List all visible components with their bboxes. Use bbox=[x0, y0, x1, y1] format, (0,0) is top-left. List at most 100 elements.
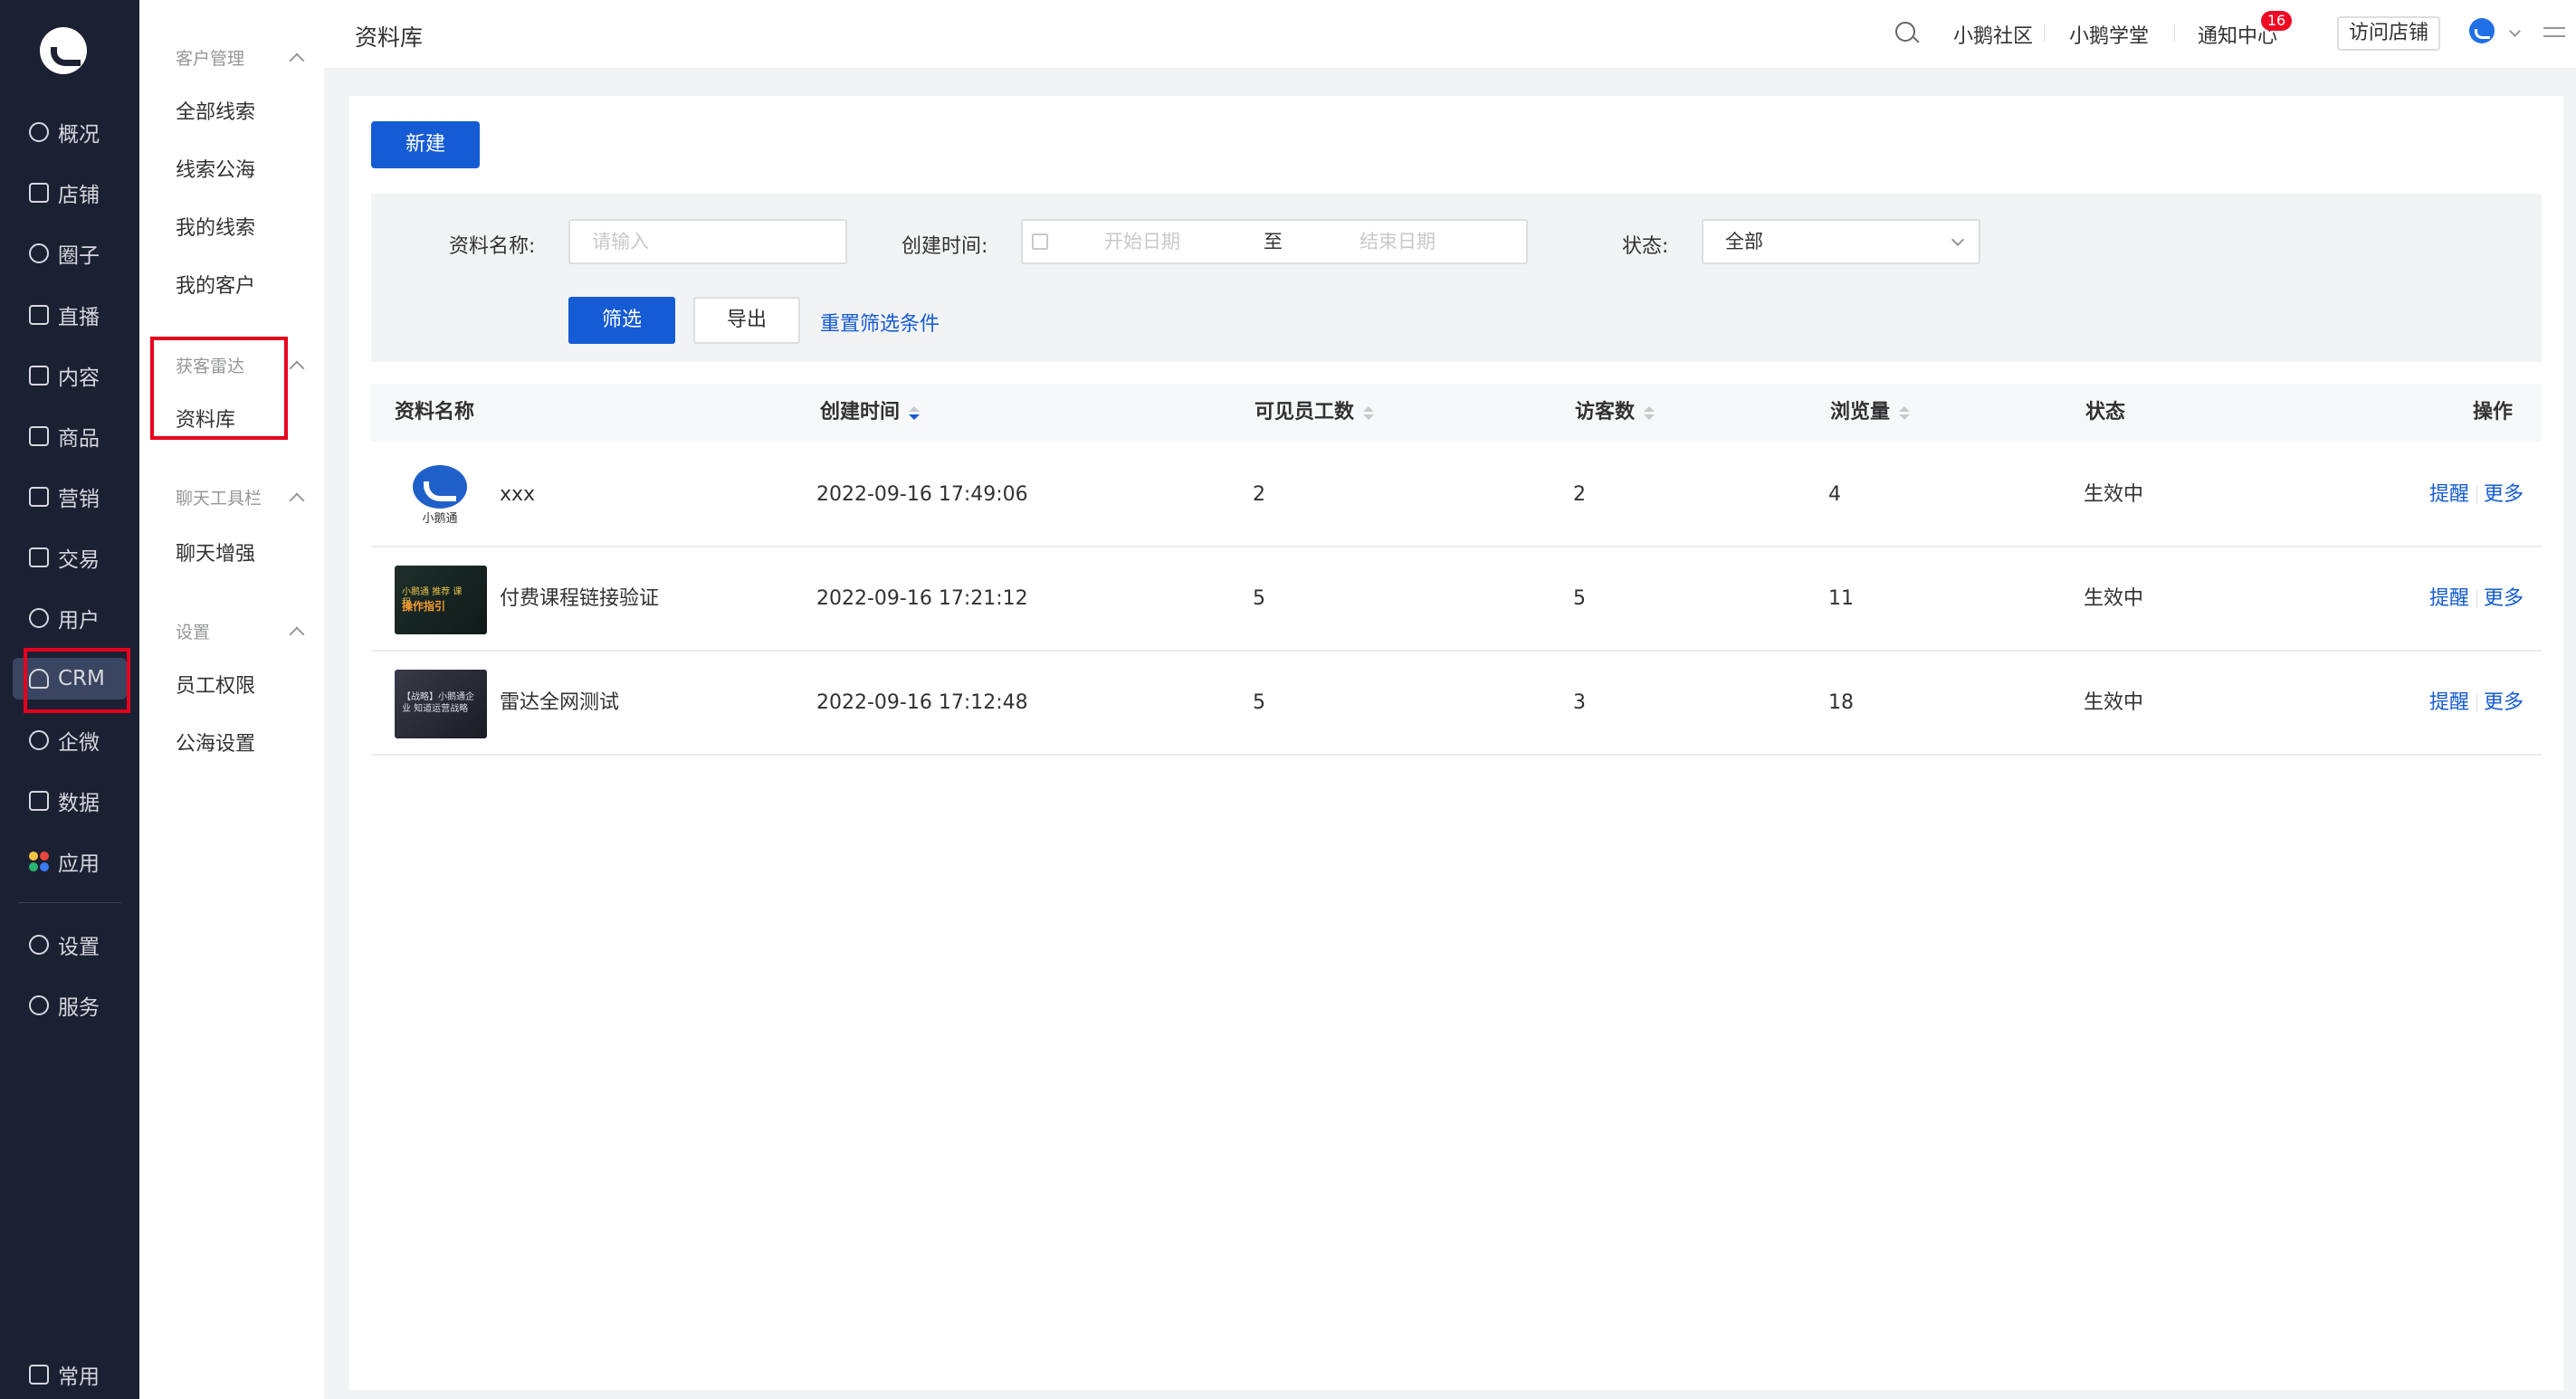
nav-item-service[interactable]: 服务 bbox=[0, 985, 139, 1026]
submenu-group-settings[interactable]: 设置 bbox=[176, 619, 305, 643]
link-academy[interactable]: 小鹅学堂 bbox=[2069, 20, 2149, 49]
submenu-item-lead-pool[interactable]: 线索公海 bbox=[176, 154, 255, 183]
sort-icon[interactable] bbox=[1899, 405, 1911, 420]
filter-time-label: 创建时间: bbox=[902, 235, 988, 258]
submenu-group-chat-toolbar[interactable]: 聊天工具栏 bbox=[176, 485, 305, 509]
col-created[interactable]: 创建时间 bbox=[820, 384, 921, 442]
start-date-input[interactable]: 开始日期 bbox=[1104, 221, 1180, 262]
filter-name-label: 资料名称: bbox=[449, 235, 536, 258]
trade-icon bbox=[29, 547, 49, 567]
remind-link[interactable]: 提醒 bbox=[2429, 547, 2469, 650]
nav-item-marketing[interactable]: 营销 bbox=[0, 476, 139, 518]
name-input[interactable]: 请输入 bbox=[568, 219, 847, 264]
nav-item-frequent[interactable]: 常用 bbox=[0, 1354, 139, 1395]
sort-icon[interactable] bbox=[1363, 405, 1375, 420]
data-icon bbox=[29, 791, 49, 811]
nav-item-user[interactable]: 用户 bbox=[0, 597, 139, 639]
submenu-item-all-leads[interactable]: 全部线索 bbox=[176, 96, 255, 125]
visit-store-button[interactable]: 访问店铺 bbox=[2337, 16, 2440, 51]
material-name: 付费课程链接验证 bbox=[500, 587, 660, 610]
remind-link[interactable]: 提醒 bbox=[2429, 443, 2469, 546]
chevron-down-icon bbox=[1951, 233, 1965, 247]
table-row: 小鹅通 xxx 2022-09-16 17:49:06 2 2 4 生效中 提醒… bbox=[371, 443, 2542, 547]
material-thumbnail: 小鹅通 bbox=[395, 462, 487, 530]
submenu-item-my-customers[interactable]: 我的客户 bbox=[176, 270, 255, 299]
goods-icon bbox=[29, 426, 49, 446]
material-thumbnail: 【战略】小鹅通企业 知道运营战略 bbox=[395, 670, 487, 738]
header-divider bbox=[2044, 24, 2045, 42]
staff-count: 5 bbox=[1253, 587, 1265, 610]
col-staff[interactable]: 可见员工数 bbox=[1255, 384, 1375, 442]
wecom-icon bbox=[29, 730, 49, 750]
submenu-item-chat-enhance[interactable]: 聊天增强 bbox=[176, 538, 255, 566]
sort-icon[interactable] bbox=[1644, 405, 1655, 420]
header-divider bbox=[2174, 24, 2175, 42]
nav-item-apps[interactable]: 应用 bbox=[0, 841, 139, 882]
service-icon bbox=[29, 995, 49, 1015]
remind-link[interactable]: 提醒 bbox=[2429, 652, 2469, 754]
nav-item-trade[interactable]: 交易 bbox=[0, 537, 139, 578]
view-count: 4 bbox=[1828, 483, 1841, 506]
end-date-input[interactable]: 结束日期 bbox=[1360, 221, 1436, 262]
highlight-box-library bbox=[150, 337, 288, 440]
secondary-menu: 客户管理 全部线索 线索公海 我的线索 我的客户 获客雷达 资料库 聊天工具栏 … bbox=[139, 0, 324, 1399]
view-count: 18 bbox=[1828, 691, 1854, 714]
nav-item-wecom[interactable]: 企微 bbox=[0, 719, 139, 761]
status-text: 生效中 bbox=[2084, 483, 2144, 506]
link-community[interactable]: 小鹅社区 bbox=[1953, 20, 2033, 49]
apps-icon bbox=[29, 852, 49, 871]
filter-button[interactable]: 筛选 bbox=[568, 297, 675, 344]
avatar[interactable] bbox=[2469, 18, 2495, 43]
submenu-group-customer[interactable]: 客户管理 bbox=[176, 45, 305, 70]
nav-item-settings[interactable]: 设置 bbox=[0, 924, 139, 966]
filter-panel: 资料名称: 请输入 创建时间: 开始日期 至 结束日期 状态: 全部 筛选 导出… bbox=[371, 194, 2542, 362]
date-range-picker[interactable]: 开始日期 至 结束日期 bbox=[1021, 219, 1528, 264]
brand-logo-icon bbox=[413, 465, 467, 509]
staff-count: 5 bbox=[1253, 691, 1265, 714]
created-time: 2022-09-16 17:12:48 bbox=[816, 691, 1028, 714]
reset-filter-link[interactable]: 重置筛选条件 bbox=[820, 308, 940, 337]
nav-item-content[interactable]: 内容 bbox=[0, 355, 139, 396]
nav-item-overview[interactable]: 概况 bbox=[0, 111, 139, 153]
more-link[interactable]: 更多 bbox=[2484, 547, 2524, 650]
dashboard-icon bbox=[29, 122, 49, 142]
chevron-up-icon bbox=[289, 626, 305, 642]
submenu-item-pool-settings[interactable]: 公海设置 bbox=[176, 728, 255, 757]
export-button[interactable]: 导出 bbox=[693, 297, 800, 344]
status-text: 生效中 bbox=[2084, 587, 2144, 610]
visitor-count: 5 bbox=[1573, 587, 1586, 610]
app-logo[interactable] bbox=[40, 27, 87, 74]
content-icon bbox=[29, 366, 49, 385]
created-time: 2022-09-16 17:49:06 bbox=[816, 483, 1028, 506]
sort-icon[interactable] bbox=[909, 405, 921, 420]
nav-item-goods[interactable]: 商品 bbox=[0, 415, 139, 457]
action-divider bbox=[2476, 590, 2477, 608]
action-divider bbox=[2476, 694, 2477, 712]
chevron-down-icon[interactable] bbox=[2509, 25, 2521, 37]
submenu-item-staff-permission[interactable]: 员工权限 bbox=[176, 670, 255, 699]
date-range-separator: 至 bbox=[1264, 231, 1283, 252]
status-select[interactable]: 全部 bbox=[1702, 219, 1980, 264]
marketing-icon bbox=[29, 487, 49, 507]
live-icon bbox=[29, 305, 49, 325]
col-status: 状态 bbox=[2085, 401, 2126, 424]
shop-icon bbox=[29, 183, 49, 203]
calendar-icon bbox=[1032, 233, 1048, 250]
col-visitors[interactable]: 访客数 bbox=[1575, 384, 1655, 442]
more-link[interactable]: 更多 bbox=[2484, 652, 2524, 754]
switch-icon[interactable] bbox=[2543, 22, 2565, 42]
more-link[interactable]: 更多 bbox=[2484, 443, 2524, 546]
nav-item-community[interactable]: 圈子 bbox=[0, 233, 139, 274]
page-scrollbar[interactable] bbox=[2563, 69, 2576, 1399]
col-name: 资料名称 bbox=[395, 401, 475, 424]
nav-item-data[interactable]: 数据 bbox=[0, 780, 139, 822]
search-icon[interactable] bbox=[1895, 22, 1915, 42]
nav-item-shop[interactable]: 店铺 bbox=[0, 172, 139, 214]
submenu-item-my-leads[interactable]: 我的线索 bbox=[176, 212, 255, 241]
table-header: 资料名称 创建时间 可见员工数 访客数 浏览量 状态 操作 bbox=[371, 384, 2542, 442]
created-time: 2022-09-16 17:21:12 bbox=[816, 587, 1028, 610]
new-button[interactable]: 新建 bbox=[371, 121, 480, 168]
nav-item-live[interactable]: 直播 bbox=[0, 294, 139, 336]
col-views[interactable]: 浏览量 bbox=[1830, 384, 1911, 442]
table-row: 小鹅通 推荐 课程 操作指引 付费课程链接验证 2022-09-16 17:21… bbox=[371, 547, 2542, 652]
